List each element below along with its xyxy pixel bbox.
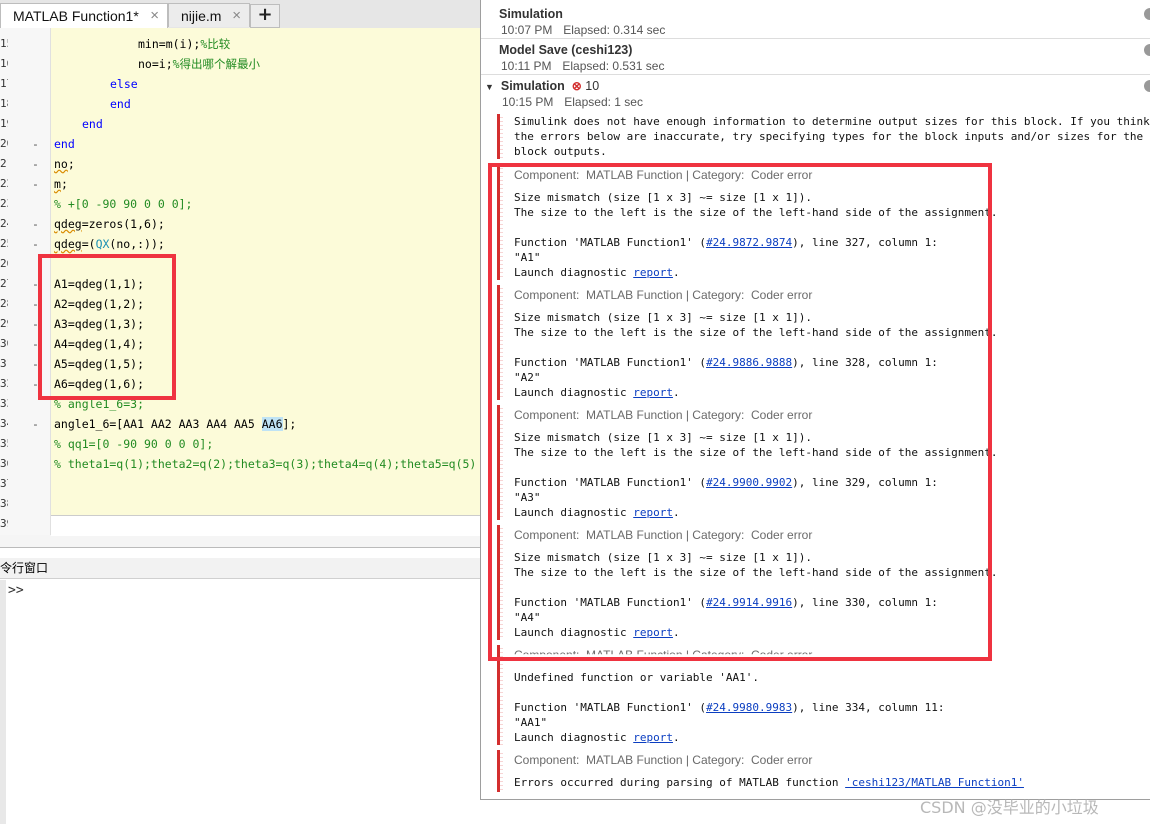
code-line: else bbox=[110, 77, 138, 91]
tab-label: MATLAB Function1* bbox=[13, 8, 139, 24]
line-number: 29 bbox=[0, 317, 8, 330]
event-simulation-errors[interactable]: ▼ Simulation ⊗ 10 10:15 PM Elapsed: 1 se… bbox=[485, 79, 643, 111]
command-window-title: 令行窗口 bbox=[0, 558, 482, 579]
code-line: m; bbox=[54, 177, 68, 191]
intro-line: Simulink does not have enough informatio… bbox=[514, 115, 1150, 128]
code-line: min=m(i);%比较 bbox=[138, 37, 231, 51]
line-number: 27 bbox=[0, 277, 8, 290]
line-number: 20 bbox=[0, 137, 8, 150]
intro-line: block outputs. bbox=[514, 145, 607, 158]
annotation-box bbox=[488, 163, 992, 661]
line-number: 23 bbox=[0, 197, 8, 210]
add-tab-button[interactable]: + bbox=[250, 4, 280, 28]
line-number: 19 bbox=[0, 117, 8, 130]
line-number: 34 bbox=[0, 417, 8, 430]
line-number: 22 bbox=[0, 177, 8, 190]
parse-error: Errors occurred during parsing of MATLAB… bbox=[514, 776, 1024, 789]
event-simulation[interactable]: Simulation 10:07 PM Elapsed: 0.314 sec bbox=[499, 7, 665, 39]
report-link[interactable]: report bbox=[633, 731, 673, 744]
component-header: Component: MATLAB Function | Category: C… bbox=[514, 753, 813, 767]
line-number: 24 bbox=[0, 217, 8, 230]
function-location: Function 'MATLAB Function1' (#24.9980.99… bbox=[514, 701, 945, 714]
error-count: 10 bbox=[585, 79, 600, 93]
code-line: qdeg=(QX(no,:)); bbox=[54, 237, 165, 251]
code-line: qdeg=zeros(1,6); bbox=[54, 217, 165, 231]
error-icon: ⊗ bbox=[571, 79, 582, 93]
code-line: % qq1=[0 -90 90 0 0 0]; bbox=[54, 437, 214, 451]
editor-tab-bar: MATLAB Function1* × nijie.m × + bbox=[0, 0, 482, 29]
line-number: 32 bbox=[0, 377, 8, 390]
line-number: 31 bbox=[0, 357, 8, 370]
tab-matlab-function1[interactable]: MATLAB Function1* × bbox=[0, 3, 168, 29]
line-number: 37 bbox=[0, 477, 8, 490]
tab-label: nijie.m bbox=[181, 8, 222, 24]
line-number: 30 bbox=[0, 337, 8, 350]
line-number: 38 bbox=[0, 497, 8, 510]
command-window-margin bbox=[0, 580, 6, 824]
event-marker bbox=[1144, 44, 1150, 56]
close-icon[interactable]: × bbox=[232, 4, 241, 28]
line-number: 33 bbox=[0, 397, 8, 410]
event-marker bbox=[1144, 80, 1150, 92]
line-number: 28 bbox=[0, 297, 8, 310]
command-prompt[interactable]: >> bbox=[8, 583, 24, 598]
code-line: end bbox=[82, 117, 103, 131]
code-line: % +[0 -90 90 0 0 0]; bbox=[54, 197, 193, 211]
location-link[interactable]: #24.9980.9983 bbox=[706, 701, 792, 714]
tab-nijie[interactable]: nijie.m × bbox=[168, 3, 250, 27]
line-number: 21 bbox=[0, 157, 8, 170]
line-number: 16 bbox=[0, 57, 8, 70]
line-number: 35 bbox=[0, 437, 8, 450]
code-line: end bbox=[110, 97, 131, 111]
line-number: 17 bbox=[0, 77, 8, 90]
line-number: 18 bbox=[0, 97, 8, 110]
code-line: % theta1=q(1);theta2=q(2);theta3=q(3);th… bbox=[54, 457, 477, 471]
intro-line: the errors below are inaccurate, try spe… bbox=[514, 130, 1144, 143]
separator bbox=[481, 38, 1150, 39]
line-number: 15 bbox=[0, 37, 8, 50]
launch-diagnostic: Launch diagnostic report. bbox=[514, 731, 680, 744]
line-number: 26 bbox=[0, 257, 8, 270]
code-line: end bbox=[54, 137, 75, 151]
collapse-triangle-icon[interactable]: ▼ bbox=[485, 82, 494, 92]
code-line: angle1_6=[AA1 AA2 AA3 AA4 AA5 AA6]; bbox=[54, 417, 297, 431]
undefined-error: Undefined function or variable 'AA1'. bbox=[514, 671, 760, 684]
error-message: Component: MATLAB Function | Category: C… bbox=[497, 750, 1150, 792]
event-model-save[interactable]: Model Save (ceshi123) 10:11 PM Elapsed: … bbox=[499, 43, 664, 75]
annotation-box bbox=[38, 254, 176, 400]
event-marker bbox=[1144, 8, 1150, 20]
line-number: 36 bbox=[0, 457, 8, 470]
function-link[interactable]: 'ceshi123/MATLAB Function1' bbox=[845, 776, 1024, 789]
close-icon[interactable]: × bbox=[150, 4, 159, 28]
code-line: no=i;%得出哪个解最小 bbox=[138, 57, 261, 71]
line-number: 39 bbox=[0, 517, 8, 530]
error-message: Simulink does not have enough informatio… bbox=[497, 114, 1150, 159]
command-window: 令行窗口 >> bbox=[0, 547, 482, 824]
separator bbox=[481, 74, 1150, 75]
variable-name: "AA1" bbox=[514, 716, 548, 729]
code-line: no; bbox=[54, 157, 75, 171]
watermark: CSDN @没毕业的小垃圾 bbox=[920, 798, 1099, 817]
line-number: 25 bbox=[0, 237, 8, 250]
